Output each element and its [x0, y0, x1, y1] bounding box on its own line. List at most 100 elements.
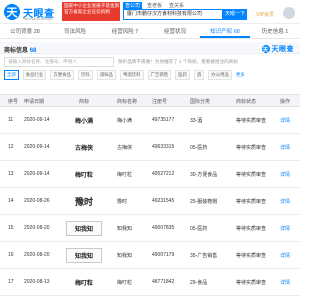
detail-link[interactable]: 详情	[280, 252, 290, 259]
trademark-table-body: 11 2020-09-14 梅小满 梅小满 49735177 33-酒 等待实质…	[0, 107, 300, 296]
cell-index: 13	[8, 171, 14, 177]
cell-index: 15	[8, 225, 14, 231]
chip-beverage[interactable]: 饮料	[77, 70, 93, 80]
tab-count: 68	[233, 29, 240, 35]
cell-status: 等待实质审查	[236, 118, 267, 124]
header-name: 商标名称	[117, 99, 138, 105]
search-tab-relation[interactable]: 查关系	[167, 2, 186, 9]
detail-link[interactable]: 详情	[280, 279, 290, 286]
tab-company-background[interactable]: 公司背景 28	[0, 27, 50, 38]
cell-class: 30-方便食品	[190, 172, 218, 178]
detail-link[interactable]: 详情	[280, 225, 290, 232]
cell-status: 等待实质审查	[236, 226, 267, 232]
cell-reg-no: 49007835	[152, 225, 175, 231]
cell-name: 梅叮粒	[117, 172, 133, 178]
cell-class: 35-广告销售	[190, 253, 218, 259]
cell-date: 2020-09-14	[24, 171, 50, 177]
chip-more-link[interactable]: 更多	[236, 70, 245, 80]
cell-index: 14	[8, 198, 14, 204]
trademark-hint[interactable]: 保护品牌不再难！为你推荐了 1 个商标，看看被抢注的商标	[118, 59, 238, 65]
table-row: 14 2020-08-26 豫时 豫时 49231545 25-服装鞋帽 等待实…	[0, 188, 300, 215]
tab-operating-risk[interactable]: 经营风险 7	[100, 27, 150, 38]
avatar[interactable]	[283, 7, 295, 19]
search-type-tabs: 查公司 查老板 查关系	[123, 2, 186, 9]
cell-index: 12	[8, 144, 14, 150]
cell-name: 知我知	[117, 253, 133, 259]
section-count: 68	[29, 48, 37, 54]
header-mark: 商标	[78, 99, 89, 105]
tab-label: 经营状况	[163, 29, 186, 35]
chip-liquor[interactable]: 酒	[193, 70, 205, 80]
tab-intellectual-property[interactable]: 知识产权 68	[200, 27, 250, 38]
detail-link[interactable]: 详情	[280, 198, 290, 205]
chip-food-industry[interactable]: 食品行业	[22, 70, 47, 80]
tab-operating-status[interactable]: 经营状况	[150, 27, 200, 38]
header-date: 申请日期	[24, 99, 45, 105]
cell-class: 29-食品	[190, 280, 208, 286]
trademark-image[interactable]: 梅叮粒	[66, 167, 102, 182]
section-title: 商标信息 68	[4, 45, 36, 54]
watermark-text: 天眼查	[271, 46, 294, 53]
tab-label: 历史信息	[261, 29, 284, 35]
cell-index: 11	[8, 117, 14, 123]
chip-beer-drinks[interactable]: 啤酒饮料	[119, 70, 144, 80]
detail-link[interactable]: 详情	[280, 171, 290, 178]
cell-name: 梅叮粒	[117, 280, 133, 286]
cell-status: 等待实质审查	[236, 145, 267, 151]
cell-date: 2020-08-26	[24, 198, 50, 204]
promo-line-2: 官方备案企业征信机构	[64, 9, 110, 14]
cell-index: 17	[8, 279, 14, 285]
search-input[interactable]: 厦门市鹏仔汉方食材科技有限公司	[123, 9, 223, 20]
cell-reg-no: 49735177	[152, 117, 175, 123]
search-tab-company[interactable]: 查公司	[123, 2, 143, 9]
header-reg-no: 注册号	[152, 99, 168, 105]
chip-office-supplies[interactable]: 办公用品	[208, 70, 232, 80]
chip-convenience-food[interactable]: 方便食品	[50, 70, 74, 80]
cell-name: 知我知	[117, 226, 133, 232]
cell-status: 等待实质审查	[236, 253, 267, 259]
logo-url: TianYanCha.com	[22, 16, 53, 21]
cell-date: 2020-09-14	[24, 117, 50, 123]
tab-label: 公司背景	[10, 29, 33, 35]
cell-name: 古梅侠	[117, 145, 133, 151]
tab-count: 7	[135, 29, 139, 35]
tab-judicial-risk[interactable]: 司法风险	[50, 27, 100, 38]
cell-reg-no: 49231545	[152, 198, 175, 204]
cell-reg-no: 49007179	[152, 252, 175, 258]
cell-status: 等待实质审查	[236, 280, 267, 286]
detail-link[interactable]: 详情	[280, 144, 290, 151]
trademark-image[interactable]: 梅小满	[66, 113, 102, 128]
trademark-image[interactable]: 梅叮粒	[66, 275, 102, 290]
trademark-search-input[interactable]: 请输入商标名称、注册号、申请人	[4, 57, 114, 67]
chip-seasoning[interactable]: 调味品	[96, 70, 116, 80]
chip-all[interactable]: 全部	[4, 70, 19, 80]
search-button[interactable]: 天眼一下	[223, 9, 247, 20]
cell-class: 05-医药	[190, 145, 208, 151]
vip-link[interactable]: VIP会员	[256, 11, 274, 18]
search-tab-boss[interactable]: 查老板	[145, 2, 164, 9]
chip-advertising[interactable]: 广告销售	[147, 70, 172, 80]
cell-name: 梅小满	[117, 118, 133, 124]
tab-history[interactable]: 历史信息 1	[250, 27, 300, 38]
trademark-image[interactable]: 知我知	[66, 221, 102, 236]
cell-reg-no: 49527212	[152, 171, 175, 177]
header-status: 商标状态	[236, 99, 257, 105]
header-action: 操作	[280, 99, 291, 105]
category-filter-chips: 全部 食品行业 方便食品 饮料 调味品 啤酒饮料 广告销售 医药 酒 办公用品 …	[4, 70, 245, 80]
promo-banner[interactable]: 国家中小企业发展子基金旗下 官方备案企业征信机构	[62, 2, 120, 21]
table-header: 序号 申请日期 商标 商标名称 注册号 国际分类 商标状态 操作	[0, 94, 300, 107]
table-row: 13 2020-09-14 梅叮粒 梅叮粒 49527212 30-方便食品 等…	[0, 161, 300, 188]
cell-name: 豫时	[117, 199, 128, 205]
cell-reg-no: 49633315	[152, 144, 175, 150]
cell-status: 等待实质审查	[236, 172, 267, 178]
tab-label: 司法风险	[63, 29, 86, 35]
detail-link[interactable]: 详情	[280, 117, 290, 124]
cell-date: 2020-08-20	[24, 252, 50, 258]
trademark-image[interactable]: 古梅侠	[66, 140, 102, 155]
chip-medicine[interactable]: 医药	[175, 70, 190, 80]
cell-reg-no: 48771842	[152, 279, 175, 285]
trademark-image[interactable]: 知我知	[66, 248, 102, 263]
trademark-image[interactable]: 豫时	[66, 194, 102, 209]
table-row: 11 2020-09-14 梅小满 梅小满 49735177 33-酒 等待实质…	[0, 107, 300, 134]
tab-label: 经营风险	[111, 29, 134, 35]
